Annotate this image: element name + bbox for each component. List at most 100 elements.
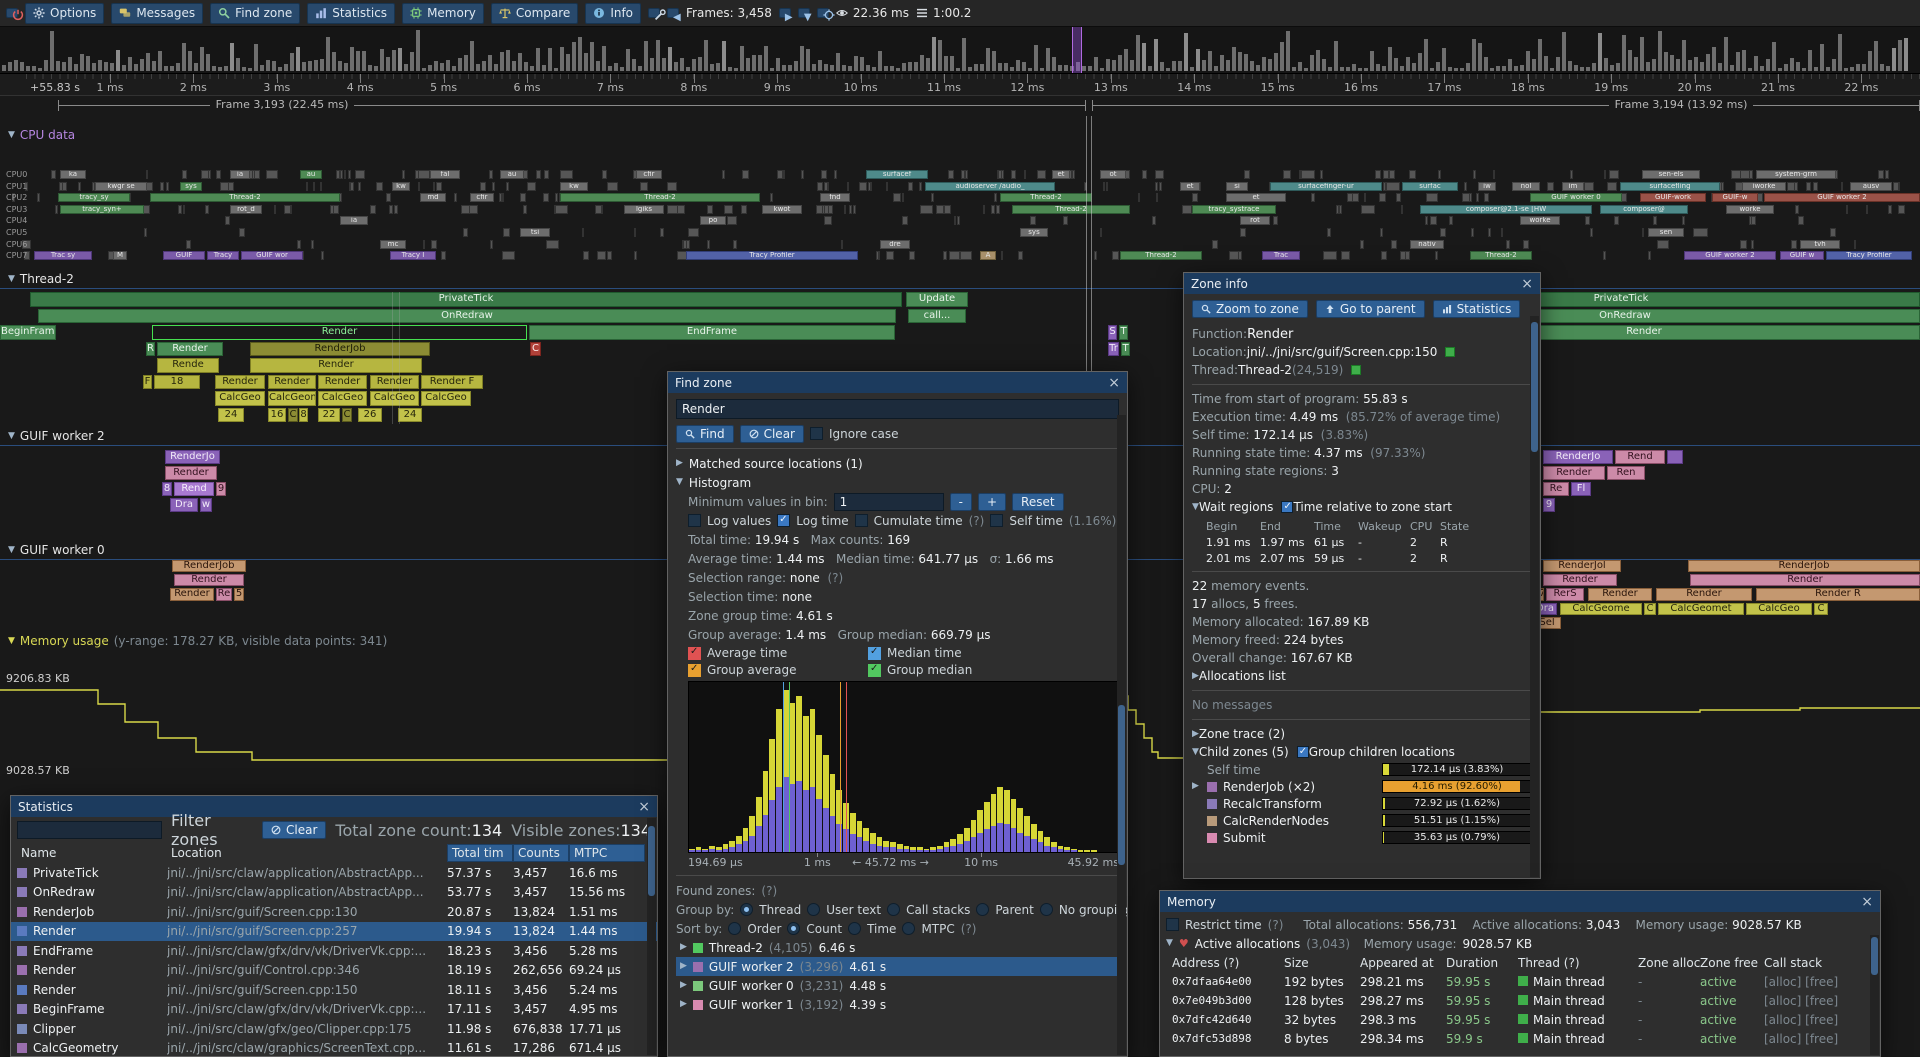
cpu-zone[interactable]: fal — [430, 170, 460, 179]
cpu-zone[interactable]: ka — [60, 170, 86, 179]
statistics-row[interactable]: CalcGeometryjni/../jni/src/claw/graphics… — [11, 1039, 657, 1057]
log-values-checkbox[interactable] — [688, 514, 701, 527]
timeline-zone[interactable]: 8 — [299, 408, 308, 423]
timeline-zone[interactable]: Rende — [157, 358, 219, 373]
column-header[interactable]: Size — [1284, 956, 1360, 970]
child-zone-row[interactable]: Self time172.14 μs (3.83%) — [1192, 761, 1532, 778]
thread-radio[interactable] — [740, 903, 753, 916]
cpu-zone[interactable]: composer@2.1-se [HW — [1420, 205, 1592, 214]
cpu-zone[interactable]: tracy_systrace — [1192, 205, 1276, 214]
count-radio[interactable] — [787, 922, 800, 935]
column-header[interactable]: Duration — [1446, 956, 1518, 970]
allocations-table-header[interactable]: Address (?)SizeAppeared atDurationThread… — [1166, 953, 1874, 972]
timeline-zone[interactable]: Render — [1656, 588, 1752, 600]
timeline-zone[interactable]: Render F — [421, 375, 483, 390]
cpu-zone[interactable]: kw — [560, 182, 588, 191]
wait-regions-header[interactable]: ▼Wait regionsTime relative to zone start — [1192, 498, 1532, 516]
restrict-time-checkbox[interactable] — [1166, 918, 1179, 931]
timeline-zone[interactable]: CalcGeo — [318, 391, 367, 406]
timeline-zone[interactable]: Render — [215, 375, 265, 390]
cpu-zone[interactable]: M — [113, 251, 127, 260]
cpu-zone[interactable]: ia — [230, 170, 250, 179]
frame-label[interactable]: Frame 3,193 (22.45 ms) — [216, 98, 349, 111]
zone-location[interactable]: jni/../jni/src/guif/Screen.cpp:150 — [1247, 345, 1438, 359]
cpu-zone[interactable]: au — [300, 170, 322, 179]
statistics-row[interactable]: OnRedrawjni/../jni/src/claw/application/… — [11, 883, 657, 903]
timeline-zone[interactable]: T — [1119, 325, 1128, 340]
close-icon[interactable]: × — [1108, 376, 1120, 390]
timeline-zone[interactable]: F — [143, 375, 152, 390]
timeline-zone[interactable]: RenderJob — [250, 342, 430, 357]
scrollbar[interactable] — [1870, 935, 1879, 1055]
find-zone-button[interactable]: Find zone — [210, 3, 300, 24]
timeline-zone[interactable]: BeginFrame — [0, 325, 56, 340]
timeline-zone[interactable]: Render — [318, 375, 367, 390]
user-text-radio[interactable] — [807, 903, 820, 916]
cpu-zone[interactable]: kwgr se — [95, 182, 147, 191]
cpu-zone[interactable]: GUIF worker 0 — [1530, 193, 1622, 202]
cpu-zone[interactable]: Trac sy — [34, 251, 92, 260]
cpu-zone[interactable]: cfir — [636, 170, 662, 179]
timeline-zone[interactable]: Dra — [170, 498, 198, 512]
parent-radio[interactable] — [976, 903, 989, 916]
cpu-zone[interactable]: tsi — [520, 228, 550, 237]
legend-checkbox[interactable] — [688, 647, 701, 660]
cpu-zone[interactable]: iw — [1478, 182, 1496, 191]
tools-button[interactable] — [648, 8, 660, 18]
timeline-zone[interactable]: Render — [1543, 466, 1605, 480]
legend-checkbox[interactable] — [868, 664, 881, 677]
close-icon[interactable]: × — [638, 800, 650, 814]
child-zones-section[interactable]: ▼Child zones (5)Group children locations — [1192, 743, 1532, 761]
timeline-zone[interactable]: Render — [157, 342, 223, 357]
statistics-row[interactable]: Clipperjni/../jni/src/claw/gfx/geo/Clipp… — [11, 1019, 657, 1039]
statistics-row[interactable]: Renderjni/../jni/src/guif/Control.cpp:34… — [11, 961, 657, 981]
timeline-zone[interactable]: Render — [174, 574, 244, 586]
cpu-zone[interactable]: system-grm — [1756, 170, 1836, 179]
statistics-row[interactable]: BeginFramejni/../jni/src/claw/gfx/drv/vk… — [11, 1000, 657, 1020]
column-header-location[interactable]: Location — [167, 844, 447, 862]
timeline-zone[interactable]: CalcGeo — [215, 391, 265, 406]
cpu-zone[interactable]: md — [420, 193, 446, 202]
frame-markers[interactable]: Frame 3,193 (22.45 ms)Frame 3,194 (13.92… — [0, 96, 1920, 114]
call-stacks-radio[interactable] — [887, 903, 900, 916]
timeline-zone[interactable]: Render — [268, 375, 316, 390]
timeline-zone[interactable]: Render — [1588, 588, 1652, 600]
zone-group-row[interactable]: ▶GUIF worker 1(3,192)4.39 s — [676, 995, 1119, 1014]
zone-group-row[interactable]: ▶GUIF worker 2(3,296)4.61 s — [676, 957, 1119, 976]
timeline-zone[interactable]: 24 — [398, 408, 422, 423]
cpu-zone[interactable]: GUIF w — [1780, 251, 1824, 260]
group-children-checkbox[interactable] — [1297, 746, 1309, 758]
timeline-zone[interactable]: 22 — [318, 408, 340, 423]
allocation-row[interactable]: 0x7dfaa64e00192 bytes298.21 ms59.95 sMai… — [1166, 972, 1874, 991]
cpu-zone[interactable]: tracy_syn+ — [60, 205, 144, 214]
cpu-zone[interactable]: ausv — [1850, 182, 1892, 191]
cpu-zone[interactable]: GUIF worker 2 — [1684, 251, 1776, 260]
statistics-button[interactable]: Statistics — [307, 3, 395, 24]
histogram-section[interactable]: ▼Histogram — [676, 473, 1119, 492]
cpu-zone[interactable]: ia — [340, 216, 368, 225]
timeline-zone[interactable]: w — [200, 498, 212, 512]
cpu-zone[interactable]: rot — [1240, 216, 1270, 225]
self-time-checkbox[interactable] — [990, 514, 1003, 527]
cpu-data-header[interactable]: ▼CPU data — [8, 128, 75, 142]
timeline-zone[interactable]: R — [146, 342, 155, 357]
child-zone-row[interactable]: CalcRenderNodes51.51 μs (1.15%) — [1192, 812, 1532, 829]
options-button[interactable]: Options — [25, 3, 104, 24]
timeline-zone[interactable]: C — [1814, 603, 1828, 615]
cpu-zone[interactable]: Trac — [1262, 251, 1300, 260]
timeline-zone[interactable]: RenderJo — [1543, 450, 1613, 464]
memory-button[interactable]: Memory — [402, 3, 484, 24]
timeline-zone[interactable]: RerS — [1546, 588, 1584, 600]
allocation-row[interactable]: 0x7dfc53d8988 bytes298.34 ms59.9 sMain t… — [1166, 1029, 1874, 1048]
zone-info-titlebar[interactable]: Zone info × — [1184, 273, 1540, 294]
cpu-zone[interactable]: sen — [1648, 228, 1684, 237]
cpu-zone[interactable]: sen-els — [1642, 170, 1700, 179]
timeline-zone[interactable]: Render R — [1756, 588, 1920, 600]
cpu-zone[interactable]: nativ — [1410, 240, 1444, 249]
statistics-row[interactable]: Renderjni/../jni/src/guif/Screen.cpp:257… — [11, 922, 657, 942]
timeline-zone[interactable]: CalcGeomet — [1658, 603, 1744, 615]
find-button[interactable]: Find — [676, 425, 734, 443]
child-zone-row[interactable]: RecalcTransform72.92 μs (1.62%) — [1192, 795, 1532, 812]
scrollbar[interactable] — [1117, 415, 1126, 1055]
timeline-zone[interactable]: Rend — [1615, 450, 1665, 464]
